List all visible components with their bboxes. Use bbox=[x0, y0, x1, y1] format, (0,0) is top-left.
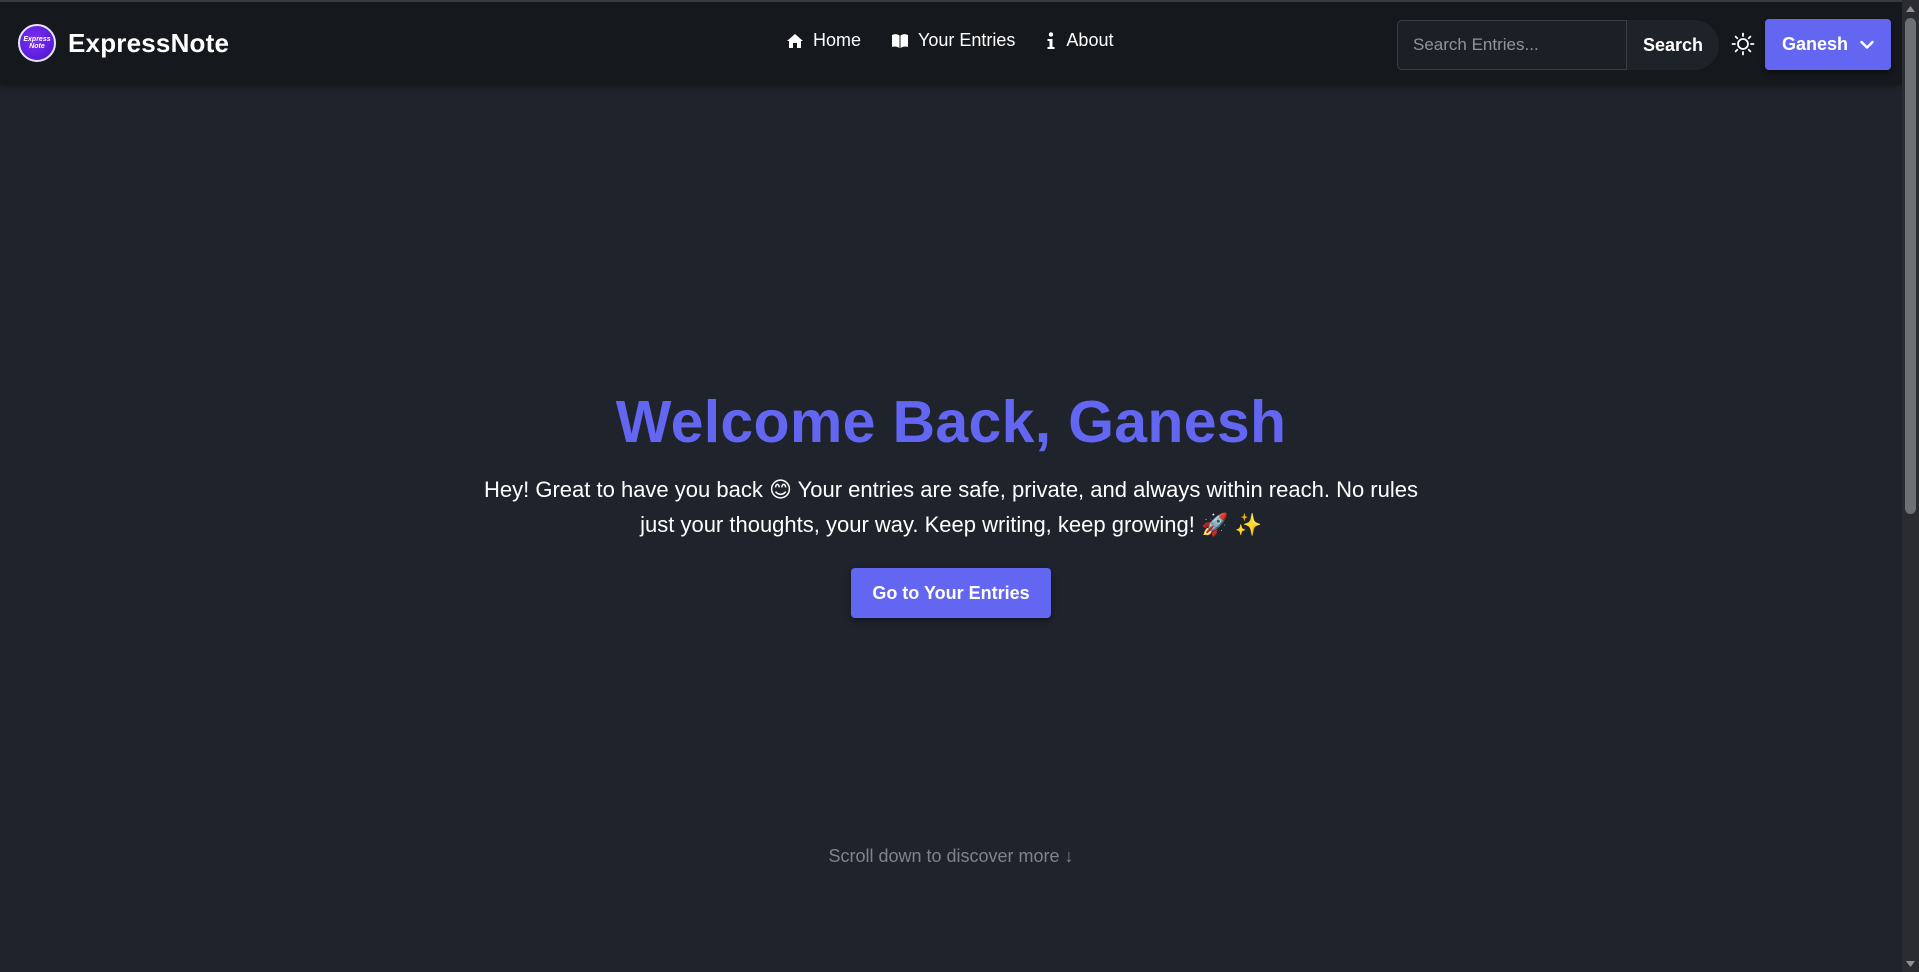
theme-toggle[interactable] bbox=[1731, 32, 1755, 56]
user-name: Ganesh bbox=[1781, 34, 1849, 54]
nav-item-label: Your Entries bbox=[918, 30, 1016, 50]
user-menu-button[interactable]: Ganesh bbox=[1765, 19, 1891, 70]
nav-item-label: About bbox=[1066, 30, 1114, 50]
hero-section: Welcome Back, Ganesh Hey! Great to have … bbox=[0, 384, 1902, 618]
nav-item-label: Home bbox=[813, 30, 862, 50]
scroll-up-arrow[interactable] bbox=[1902, 0, 1919, 17]
scroll-thumb[interactable] bbox=[1905, 18, 1916, 514]
nav-item-home[interactable]: Home bbox=[786, 30, 861, 51]
sun-icon bbox=[1731, 32, 1755, 60]
page: Express Note ExpressNote Home Your Entri… bbox=[0, 0, 1902, 972]
info-icon bbox=[1045, 31, 1057, 50]
brand-logo: Express Note bbox=[18, 24, 56, 62]
search-button[interactable]: Search bbox=[1627, 20, 1719, 70]
navbar: Express Note ExpressNote Home Your Entri… bbox=[0, 2, 1902, 84]
scrollbar[interactable] bbox=[1902, 0, 1919, 972]
nav-links: Home Your Entries About bbox=[786, 30, 1113, 51]
brand[interactable]: Express Note ExpressNote bbox=[18, 24, 229, 62]
go-to-entries-button[interactable]: Go to Your Entries bbox=[851, 568, 1051, 618]
nav-item-about[interactable]: About bbox=[1045, 30, 1113, 51]
hero-subtitle: Hey! Great to have you back 😊 Your entri… bbox=[484, 477, 1418, 537]
home-icon bbox=[786, 33, 804, 49]
logo-text-line2: Note bbox=[29, 43, 45, 50]
hero-title: Welcome Back, Ganesh bbox=[615, 389, 1287, 455]
scroll-down-arrow[interactable] bbox=[1902, 955, 1919, 972]
chevron-down-icon bbox=[1860, 34, 1874, 55]
book-icon bbox=[891, 33, 909, 49]
search-form: Search bbox=[1397, 20, 1719, 70]
scroll-hint: Scroll down to discover more ↓ bbox=[828, 846, 1074, 866]
brand-name: ExpressNote bbox=[68, 27, 230, 58]
logo-text-line1: Express bbox=[23, 36, 51, 43]
nav-item-your-entries[interactable]: Your Entries bbox=[891, 30, 1015, 51]
search-input[interactable] bbox=[1397, 20, 1627, 70]
